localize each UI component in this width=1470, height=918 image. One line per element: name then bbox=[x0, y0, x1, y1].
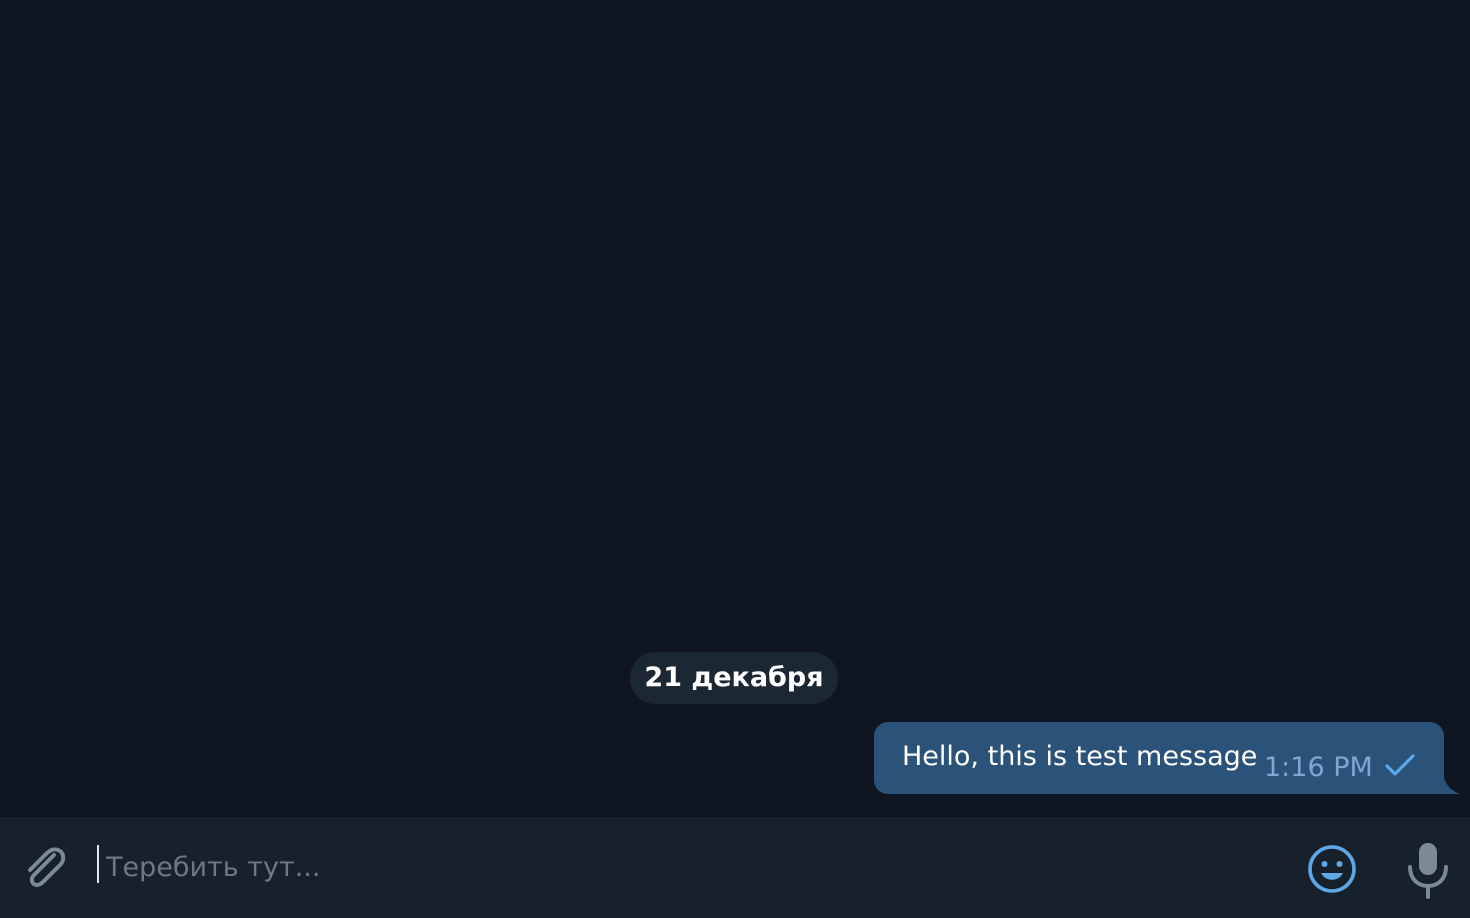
message-composer bbox=[0, 816, 1470, 918]
single-check-icon bbox=[1385, 754, 1415, 776]
emoji-button[interactable] bbox=[1304, 841, 1360, 897]
message-time: 1:16 PM bbox=[1264, 752, 1373, 783]
date-separator: 21 декабря bbox=[630, 652, 838, 704]
attach-button[interactable] bbox=[18, 841, 70, 897]
chat-window: 21 декабря Hello, this is test message 1… bbox=[0, 0, 1470, 918]
message-input[interactable] bbox=[96, 841, 1286, 893]
bubble-tail bbox=[1442, 770, 1460, 794]
message-bubble-outgoing[interactable]: Hello, this is test message 1:16 PM bbox=[874, 722, 1444, 794]
voice-record-button[interactable] bbox=[1400, 839, 1456, 901]
message-list[interactable]: 21 декабря Hello, this is test message 1… bbox=[0, 0, 1470, 816]
paperclip-icon bbox=[28, 847, 66, 887]
message-text: Hello, this is test message bbox=[902, 741, 1258, 772]
smiley-icon bbox=[1308, 845, 1356, 893]
microphone-icon bbox=[1408, 843, 1448, 899]
